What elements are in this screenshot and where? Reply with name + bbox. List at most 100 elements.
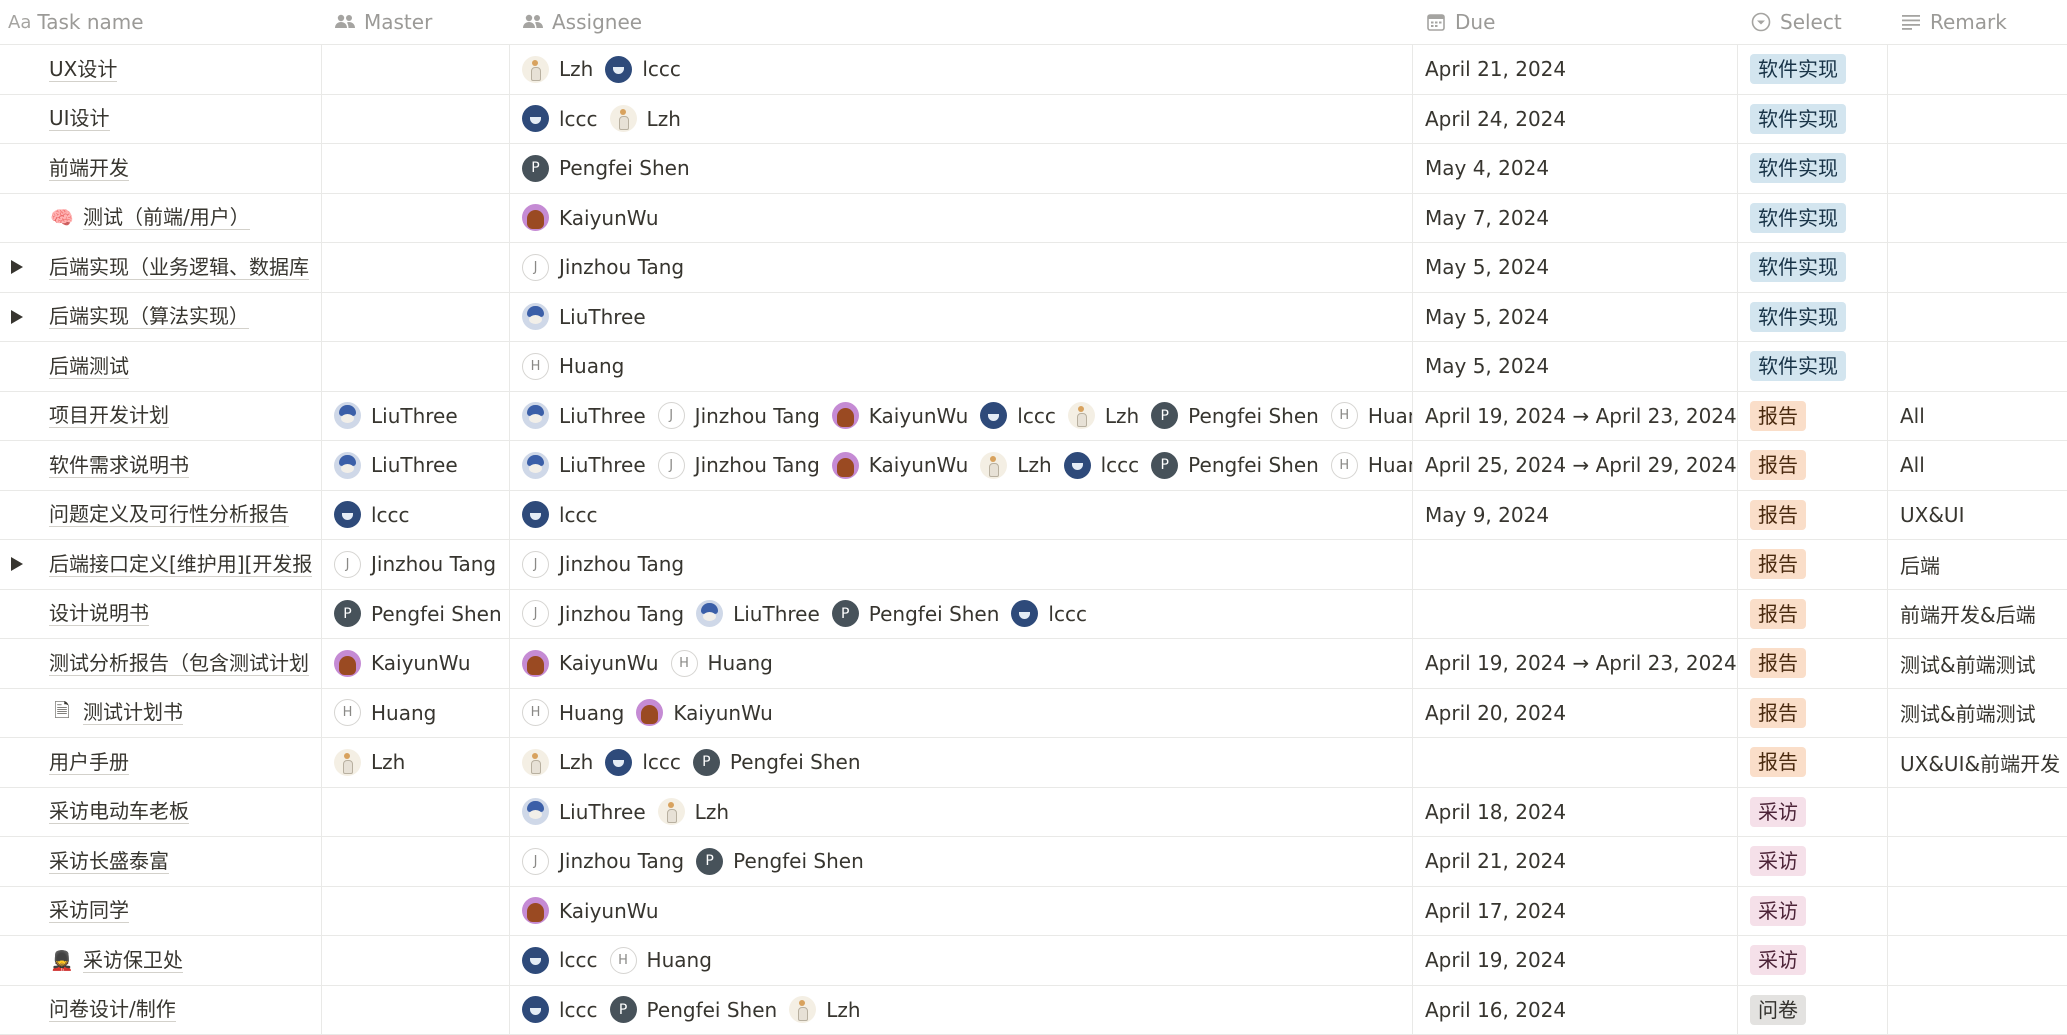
table-row[interactable]: 后端测试HHuangMay 5, 2024软件实现: [0, 342, 2067, 392]
task-name-cell[interactable]: 后端实现（算法实现）: [0, 293, 322, 342]
task-name[interactable]: UX设计: [49, 57, 117, 82]
master-cell[interactable]: LiuThree: [322, 441, 510, 490]
person-chip[interactable]: HHuang: [610, 947, 712, 974]
person-chip[interactable]: HHuang: [1331, 452, 1413, 479]
toggle-triangle-icon[interactable]: [11, 310, 23, 324]
table-row[interactable]: 采访电动车老板LiuThreeLzhApril 18, 2024采访: [0, 788, 2067, 838]
assignee-cell[interactable]: LiuThreeJJinzhou TangKaiyunWuLzhlcccPPen…: [510, 441, 1413, 490]
select-cell[interactable]: 报告: [1738, 392, 1888, 441]
toggle-triangle-icon[interactable]: [11, 557, 23, 571]
table-row[interactable]: 采访同学KaiyunWuApril 17, 2024采访: [0, 887, 2067, 937]
table-row[interactable]: 测试分析报告（包含测试计划 KaiyunWu KaiyunWuHHuangApril…: [0, 639, 2067, 689]
task-name[interactable]: 测试（前端/用户）: [83, 205, 250, 230]
assignee-cell[interactable]: JJinzhou TangLiuThreePPengfei Shenlccc: [510, 590, 1413, 639]
column-header-select[interactable]: Select: [1738, 0, 1888, 44]
select-cell[interactable]: 报告: [1738, 689, 1888, 738]
remark-cell[interactable]: [1888, 243, 2067, 292]
remark-cell[interactable]: UX&UI: [1888, 491, 2067, 540]
person-chip[interactable]: JJinzhou Tang: [658, 452, 820, 479]
assignee-cell[interactable]: JJinzhou Tang: [510, 243, 1413, 292]
master-cell[interactable]: [322, 887, 510, 936]
person-chip[interactable]: Lzh: [789, 996, 860, 1023]
due-cell[interactable]: May 5, 2024: [1413, 293, 1738, 342]
person-chip[interactable]: lccc: [522, 947, 598, 974]
assignee-cell[interactable]: KaiyunWuHHuang: [510, 639, 1413, 688]
remark-cell[interactable]: [1888, 293, 2067, 342]
due-cell[interactable]: May 4, 2024: [1413, 144, 1738, 193]
toggle-triangle-icon[interactable]: [11, 260, 23, 274]
due-cell[interactable]: [1413, 738, 1738, 787]
due-cell[interactable]: May 5, 2024: [1413, 342, 1738, 391]
task-name[interactable]: 前端开发: [49, 156, 129, 181]
due-cell[interactable]: May 9, 2024: [1413, 491, 1738, 540]
task-name[interactable]: 后端接口定义[维护用][开发报: [49, 552, 312, 577]
task-name-cell[interactable]: 🧠测试（前端/用户）: [0, 194, 322, 243]
person-chip[interactable]: PPengfei Shen: [610, 996, 778, 1023]
select-cell[interactable]: 报告: [1738, 441, 1888, 490]
master-cell[interactable]: lccc: [322, 491, 510, 540]
assignee-cell[interactable]: LzhlcccPPengfei Shen: [510, 738, 1413, 787]
column-header-master[interactable]: Master: [322, 0, 510, 44]
person-chip[interactable]: lccc: [522, 996, 598, 1023]
due-cell[interactable]: April 19, 2024 → April 23, 2024: [1413, 392, 1738, 441]
due-cell[interactable]: April 19, 2024 → April 23, 2024: [1413, 639, 1738, 688]
remark-cell[interactable]: [1888, 144, 2067, 193]
task-name[interactable]: 软件需求说明书: [49, 453, 189, 478]
master-cell[interactable]: [322, 936, 510, 985]
person-chip[interactable]: LiuThree: [522, 303, 646, 330]
person-chip[interactable]: HHuang: [334, 699, 436, 726]
task-name-cell[interactable]: 测试分析报告（包含测试计划: [0, 639, 322, 688]
assignee-cell[interactable]: LiuThreeJJinzhou TangKaiyunWulcccLzhPPen…: [510, 392, 1413, 441]
person-chip[interactable]: lccc: [522, 105, 598, 132]
task-name-cell[interactable]: 后端测试: [0, 342, 322, 391]
person-chip[interactable]: lccc: [1011, 600, 1087, 627]
task-name[interactable]: 用户手册: [49, 750, 129, 775]
assignee-cell[interactable]: lccc Lzh: [510, 95, 1413, 144]
due-cell[interactable]: May 5, 2024: [1413, 243, 1738, 292]
task-name[interactable]: 后端测试: [49, 354, 129, 379]
task-name-cell[interactable]: 用户手册: [0, 738, 322, 787]
table-row[interactable]: 后端实现（算法实现）LiuThreeMay 5, 2024软件实现: [0, 293, 2067, 343]
select-cell[interactable]: 软件实现: [1738, 144, 1888, 193]
select-cell[interactable]: 软件实现: [1738, 243, 1888, 292]
task-name[interactable]: 采访长盛泰富: [49, 849, 169, 874]
remark-cell[interactable]: All: [1888, 392, 2067, 441]
task-name-cell[interactable]: 设计说明书: [0, 590, 322, 639]
table-row[interactable]: 软件需求说明书LiuThreeLiuThreeJJinzhou TangKaiy…: [0, 441, 2067, 491]
master-cell[interactable]: [322, 144, 510, 193]
assignee-cell[interactable]: lccc: [510, 491, 1413, 540]
task-name-cell[interactable]: 🗎测试计划书: [0, 689, 322, 738]
table-row[interactable]: UI设计lcccLzhApril 24, 2024软件实现: [0, 95, 2067, 145]
task-name[interactable]: 采访同学: [49, 898, 129, 923]
person-chip[interactable]: KaiyunWu: [334, 650, 471, 677]
table-row[interactable]: 设计说明书PPengfei ShenJJinzhou TangLiuThreeP…: [0, 590, 2067, 640]
table-row[interactable]: 后端实现（业务逻辑、数据库JJinzhou TangMay 5, 2024软件实…: [0, 243, 2067, 293]
select-cell[interactable]: 报告: [1738, 738, 1888, 787]
remark-cell[interactable]: [1888, 95, 2067, 144]
due-cell[interactable]: April 21, 2024: [1413, 837, 1738, 886]
task-name-cell[interactable]: 项目开发计划: [0, 392, 322, 441]
person-chip[interactable]: PPengfei Shen: [1151, 402, 1319, 429]
person-chip[interactable]: KaiyunWu: [832, 452, 969, 479]
table-row[interactable]: 前端开发PPengfei ShenMay 4, 2024软件实现: [0, 144, 2067, 194]
task-name-cell[interactable]: 采访长盛泰富: [0, 837, 322, 886]
master-cell[interactable]: [322, 293, 510, 342]
person-chip[interactable]: Lzh: [610, 105, 681, 132]
select-cell[interactable]: 报告: [1738, 639, 1888, 688]
due-cell[interactable]: April 25, 2024 → April 29, 2024: [1413, 441, 1738, 490]
task-name[interactable]: 采访电动车老板: [49, 799, 189, 824]
assignee-cell[interactable]: HHuangKaiyunWu: [510, 689, 1413, 738]
assignee-cell[interactable]: KaiyunWu: [510, 887, 1413, 936]
person-chip[interactable]: Lzh: [522, 749, 593, 776]
due-cell[interactable]: April 19, 2024: [1413, 936, 1738, 985]
person-chip[interactable]: PPengfei Shen: [693, 749, 861, 776]
task-name-cell[interactable]: UI设计: [0, 95, 322, 144]
remark-cell[interactable]: 后端: [1888, 540, 2067, 589]
master-cell[interactable]: [322, 194, 510, 243]
person-chip[interactable]: HHuang: [671, 650, 773, 677]
due-cell[interactable]: [1413, 590, 1738, 639]
person-chip[interactable]: lccc: [980, 402, 1056, 429]
remark-cell[interactable]: All: [1888, 441, 2067, 490]
select-cell[interactable]: 采访: [1738, 887, 1888, 936]
master-cell[interactable]: HHuang: [322, 689, 510, 738]
